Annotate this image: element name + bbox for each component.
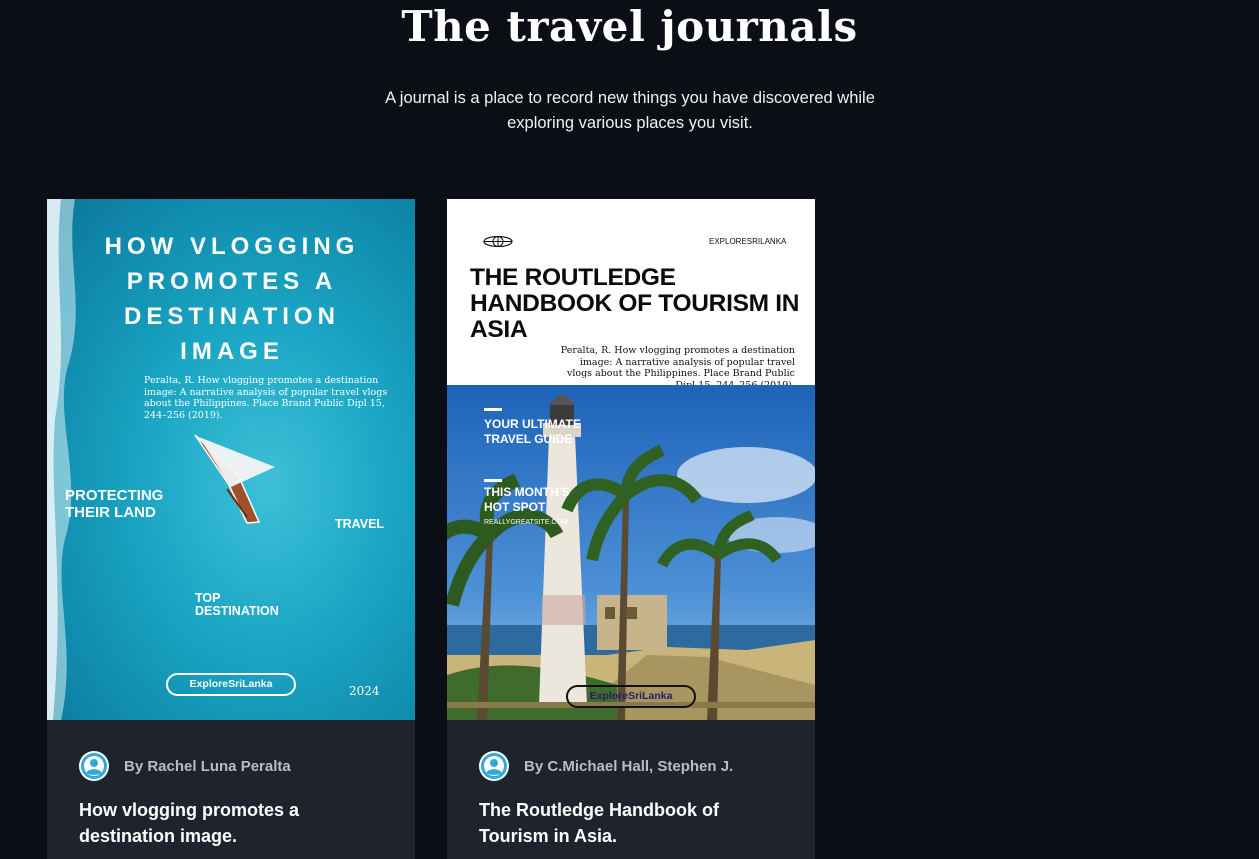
journal-cover[interactable]: EXPLORESRILANKA THE ROUTLEDGE HANDBOOK O… [447, 199, 815, 720]
author-name: By Rachel Luna Peralta [124, 757, 291, 775]
journal-cover[interactable]: HOW VLOGGING PROMOTES A DESTINATION IMAG… [47, 199, 415, 720]
cover-tag-protecting: PROTECTING THEIR LAND [65, 487, 164, 521]
globe-icon [483, 236, 513, 247]
journal-card[interactable]: HOW VLOGGING PROMOTES A DESTINATION IMAG… [47, 199, 415, 859]
user-avatar-icon [79, 751, 109, 781]
cover-title: THE ROUTLEDGE HANDBOOK OF TOURISM IN ASI… [470, 264, 800, 343]
cover-title: HOW VLOGGING PROMOTES A DESTINATION IMAG… [104, 233, 360, 365]
cover-label-guide: YOUR ULTIMATE TRAVEL GUIDE [484, 417, 581, 446]
cover-brand: EXPLORESRILANKA [709, 237, 787, 246]
journal-title[interactable]: The Routledge Handbook of Tourism in Asi… [479, 797, 779, 849]
user-avatar-icon [479, 751, 509, 781]
page-subtitle: A journal is a place to record new thing… [385, 89, 875, 132]
cover-reference: Peralta, R. How vlogging promotes a dest… [144, 375, 388, 421]
journal-title[interactable]: How vlogging promotes a destination imag… [79, 797, 379, 849]
divider [484, 408, 502, 411]
cover-tag-top-destination: TOP DESTINATION [195, 591, 279, 618]
cover-header: EXPLORESRILANKA THE ROUTLEDGE HANDBOOK O… [447, 199, 815, 391]
author-row: By C.Michael Hall, Stephen J. [479, 751, 733, 781]
cover-label-hotspot: THIS MONTH'S HOT SPOT [484, 485, 570, 514]
journal-card[interactable]: EXPLORESRILANKA THE ROUTLEDGE HANDBOOK O… [447, 199, 815, 859]
cover-tag-travel: TRAVEL [335, 517, 385, 531]
cover-pill: ExploreSriLanka [166, 673, 296, 696]
page-title: The travel journals [401, 2, 858, 51]
author-name: By C.Michael Hall, Stephen J. [524, 757, 734, 775]
cover-site: REALLYGREATSITE.COM [484, 519, 568, 526]
cover-year: 2024 [349, 684, 380, 698]
cover-pill: ExploreSriLanka [566, 685, 696, 708]
divider [484, 479, 502, 482]
author-row: By Rachel Luna Peralta [79, 751, 291, 781]
